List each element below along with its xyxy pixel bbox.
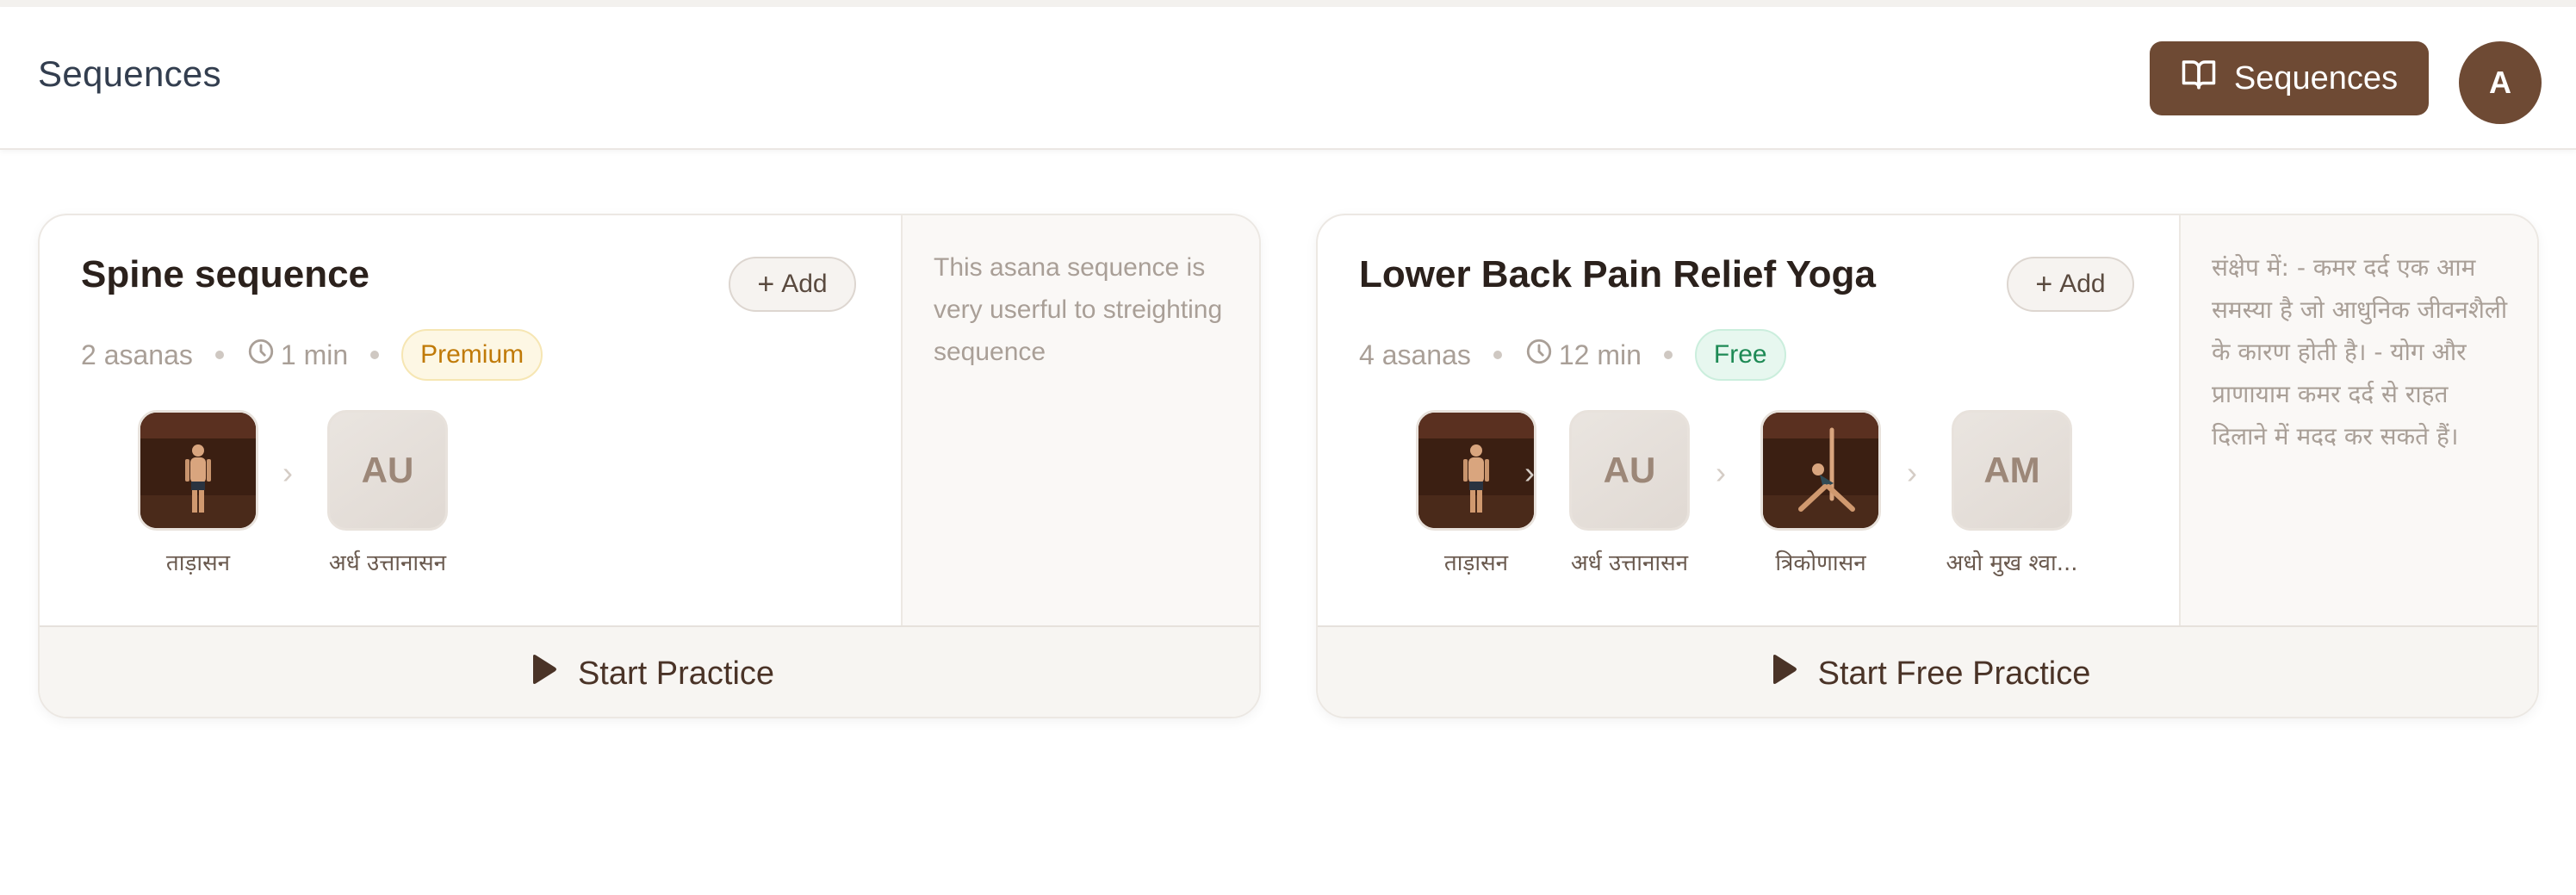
user-avatar[interactable]: A xyxy=(2459,41,2542,124)
app-header: Sequences Sequences A xyxy=(0,7,2576,150)
start-practice-label: Start Practice xyxy=(577,655,775,692)
card-main: Lower Back Pain Relief Yoga + Add 4 asan… xyxy=(1318,215,2179,625)
card-title: Lower Back Pain Relief Yoga xyxy=(1359,253,1876,295)
play-icon xyxy=(528,652,559,695)
start-free-practice-button[interactable]: Start Free Practice xyxy=(1318,625,2537,717)
asana-thumbnail-initials: AU xyxy=(1569,410,1690,531)
asana-name: अधो मुख श्वा... xyxy=(1946,550,2078,576)
asana-item[interactable]: ताड़ासन xyxy=(1390,410,1562,577)
card-description-panel: This asana sequence is very userful to s… xyxy=(901,215,1259,625)
asana-item[interactable]: ताड़ासन xyxy=(112,410,284,577)
top-strip xyxy=(0,0,2576,7)
add-button[interactable]: + Add xyxy=(729,257,856,312)
asana-count: 2 asanas xyxy=(81,339,193,370)
asana-name: त्रिकोणासन xyxy=(1775,550,1866,576)
asana-thumbnail xyxy=(138,410,258,531)
clock-icon xyxy=(1524,337,1559,373)
separator-dot xyxy=(1493,351,1502,359)
asana-item[interactable]: AM अधो मुख श्वा... xyxy=(1926,410,2098,577)
asana-name: ताड़ासन xyxy=(1443,550,1509,576)
asana-name: अर्ध उत्तानासन xyxy=(1570,550,1689,576)
card-meta: 2 asanas 1 min Premium xyxy=(81,327,543,382)
card-meta: 4 asanas 12 min Free xyxy=(1359,327,1786,382)
card-description: This asana sequence is very userful to s… xyxy=(934,253,1223,366)
add-button[interactable]: + Add xyxy=(2007,257,2134,312)
start-free-practice-label: Start Free Practice xyxy=(1817,655,2091,692)
book-open-icon xyxy=(2181,56,2217,101)
separator-dot xyxy=(1663,351,1673,359)
chevron-right-icon: › xyxy=(1524,455,1535,490)
duration: 12 min xyxy=(1558,339,1642,370)
card-description: संक्षेप में: - कमर दर्द एक आम समस्या है … xyxy=(2212,253,2508,451)
card-main: Spine sequence + Add 2 asanas 1 min Prem… xyxy=(40,215,901,625)
asana-item[interactable]: AU अर्ध उत्तानासन xyxy=(1543,410,1716,577)
plus-icon: + xyxy=(2035,268,2053,301)
asana-thumbnail-initials: AM xyxy=(1952,410,2072,531)
asana-list: ताड़ासन › AU अर्ध उत्तानासन xyxy=(40,410,901,582)
card-description-panel: संक्षेप में: - कमर दर्द एक आम समस्या है … xyxy=(2179,215,2537,625)
standing-pose-image xyxy=(140,413,256,528)
asana-thumbnail xyxy=(1416,410,1536,531)
duration: 1 min xyxy=(280,339,349,370)
asana-item[interactable]: AU अर्ध उत्तानासन xyxy=(301,410,474,577)
separator-dot xyxy=(370,351,380,359)
separator-dot xyxy=(214,351,224,359)
card-title: Spine sequence xyxy=(81,253,370,295)
chevron-right-icon: › xyxy=(1907,455,1917,490)
asana-thumbnail-initials: AU xyxy=(327,410,448,531)
add-label: Add xyxy=(781,270,828,298)
plus-icon: + xyxy=(757,268,775,301)
triangle-pose-image xyxy=(1763,413,1878,528)
chevron-right-icon: › xyxy=(1716,455,1726,490)
chevron-right-icon: › xyxy=(282,455,293,490)
free-badge: Free xyxy=(1694,329,1786,381)
add-label: Add xyxy=(2059,270,2106,298)
asana-name: ताड़ासन xyxy=(165,550,231,576)
sequences-nav-button[interactable]: Sequences xyxy=(2150,41,2429,115)
premium-badge: Premium xyxy=(401,329,543,381)
play-icon xyxy=(1768,652,1799,695)
asana-item[interactable]: त्रिकोणासन xyxy=(1735,410,1907,577)
standing-pose-image xyxy=(1418,413,1534,528)
asana-count: 4 asanas xyxy=(1359,339,1471,370)
sequences-nav-label: Sequences xyxy=(2233,59,2399,96)
asana-thumbnail xyxy=(1760,410,1881,531)
asana-list: ताड़ासन › AU अर्ध उत्तानासन › त्रिकोणासन… xyxy=(1318,410,2179,582)
asana-name: अर्ध उत्तानासन xyxy=(328,550,447,576)
page-title: Sequences xyxy=(38,53,221,94)
sequence-card-lower-back: Lower Back Pain Relief Yoga + Add 4 asan… xyxy=(1316,214,2539,718)
clock-icon xyxy=(246,337,281,373)
sequence-card-spine: Spine sequence + Add 2 asanas 1 min Prem… xyxy=(38,214,1261,718)
start-practice-button[interactable]: Start Practice xyxy=(40,625,1259,717)
